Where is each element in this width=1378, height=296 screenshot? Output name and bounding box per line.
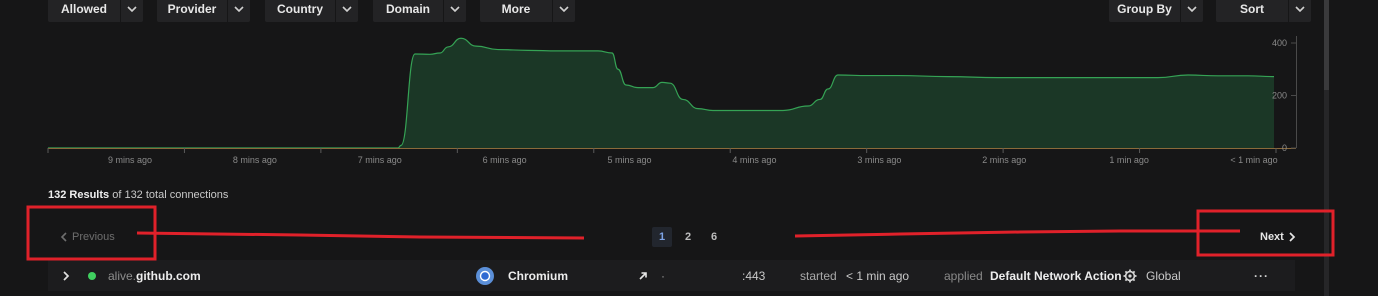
x-tick-label: 9 mins ago: [108, 155, 152, 165]
annotation-line-left: [136, 231, 585, 240]
chromium-icon: [475, 260, 495, 291]
page-button-1[interactable]: 1: [652, 227, 672, 247]
x-tick-label: 3 mins ago: [857, 155, 901, 165]
x-tick-label: 8 mins ago: [233, 155, 277, 165]
y-tick-label: 0: [1282, 143, 1287, 153]
connection-domain: alive. github.com: [108, 260, 201, 291]
expand-chevron-icon[interactable]: [62, 260, 70, 291]
x-tick-label: < 1 min ago: [1230, 155, 1277, 165]
pagination: 1 2 6: [652, 227, 724, 247]
y-tick-label: 400: [1272, 38, 1287, 48]
chevron-right-icon: [1289, 232, 1296, 242]
results-suffix: of 132 total connections: [112, 189, 229, 201]
series-area: [48, 38, 1274, 148]
x-tick-label: 2 mins ago: [982, 155, 1026, 165]
scrollbar-thumb[interactable]: [1324, 0, 1329, 90]
x-tick-label: 6 mins ago: [483, 155, 527, 165]
app-name: Chromium: [508, 268, 568, 283]
results-count: 132 Results: [48, 189, 110, 201]
chevron-left-icon: [60, 232, 67, 242]
x-tick-label: 4 mins ago: [732, 155, 776, 165]
more-options-button[interactable]: ···: [1254, 260, 1269, 291]
applied-label: applied: [944, 268, 983, 283]
action-name: Default Network Action: [990, 268, 1122, 283]
previous-button[interactable]: Previous: [60, 231, 115, 243]
remote-port: :443: [742, 268, 766, 283]
page: Allowed Provider Country Domain More Gro…: [0, 0, 1378, 296]
outgoing-arrow-icon: [638, 260, 648, 291]
remote-address: ·: [661, 268, 665, 283]
previous-label: Previous: [72, 231, 115, 243]
x-tick-label: 5 mins ago: [608, 155, 652, 165]
page-button-6[interactable]: 6: [704, 227, 724, 247]
next-label: Next: [1260, 231, 1284, 243]
results-summary: 132 Results of 132 total connections: [48, 189, 228, 201]
y-tick-label: 200: [1272, 91, 1287, 101]
x-tick-label: 1 min ago: [1109, 155, 1149, 165]
started-value: < 1 min ago: [846, 268, 910, 283]
next-button[interactable]: Next: [1260, 231, 1296, 243]
table-row[interactable]: alive. github.com Chromium · :443 started…: [48, 260, 1295, 291]
annotation-line-right: [794, 229, 1240, 238]
x-tick-label: 7 mins ago: [358, 155, 402, 165]
domain-main: github.com: [136, 268, 201, 283]
domain-subdomain: alive.: [108, 268, 137, 283]
connections-chart: 400 200 0 9 mins ago 8 mins ago 7 mins ago 6 m…: [47, 36, 1297, 165]
status-dot: [88, 260, 96, 291]
scope-label: Global: [1146, 268, 1181, 283]
gear-icon: [1123, 260, 1137, 291]
started-label: started: [800, 268, 837, 283]
page-button-2[interactable]: 2: [678, 227, 698, 247]
